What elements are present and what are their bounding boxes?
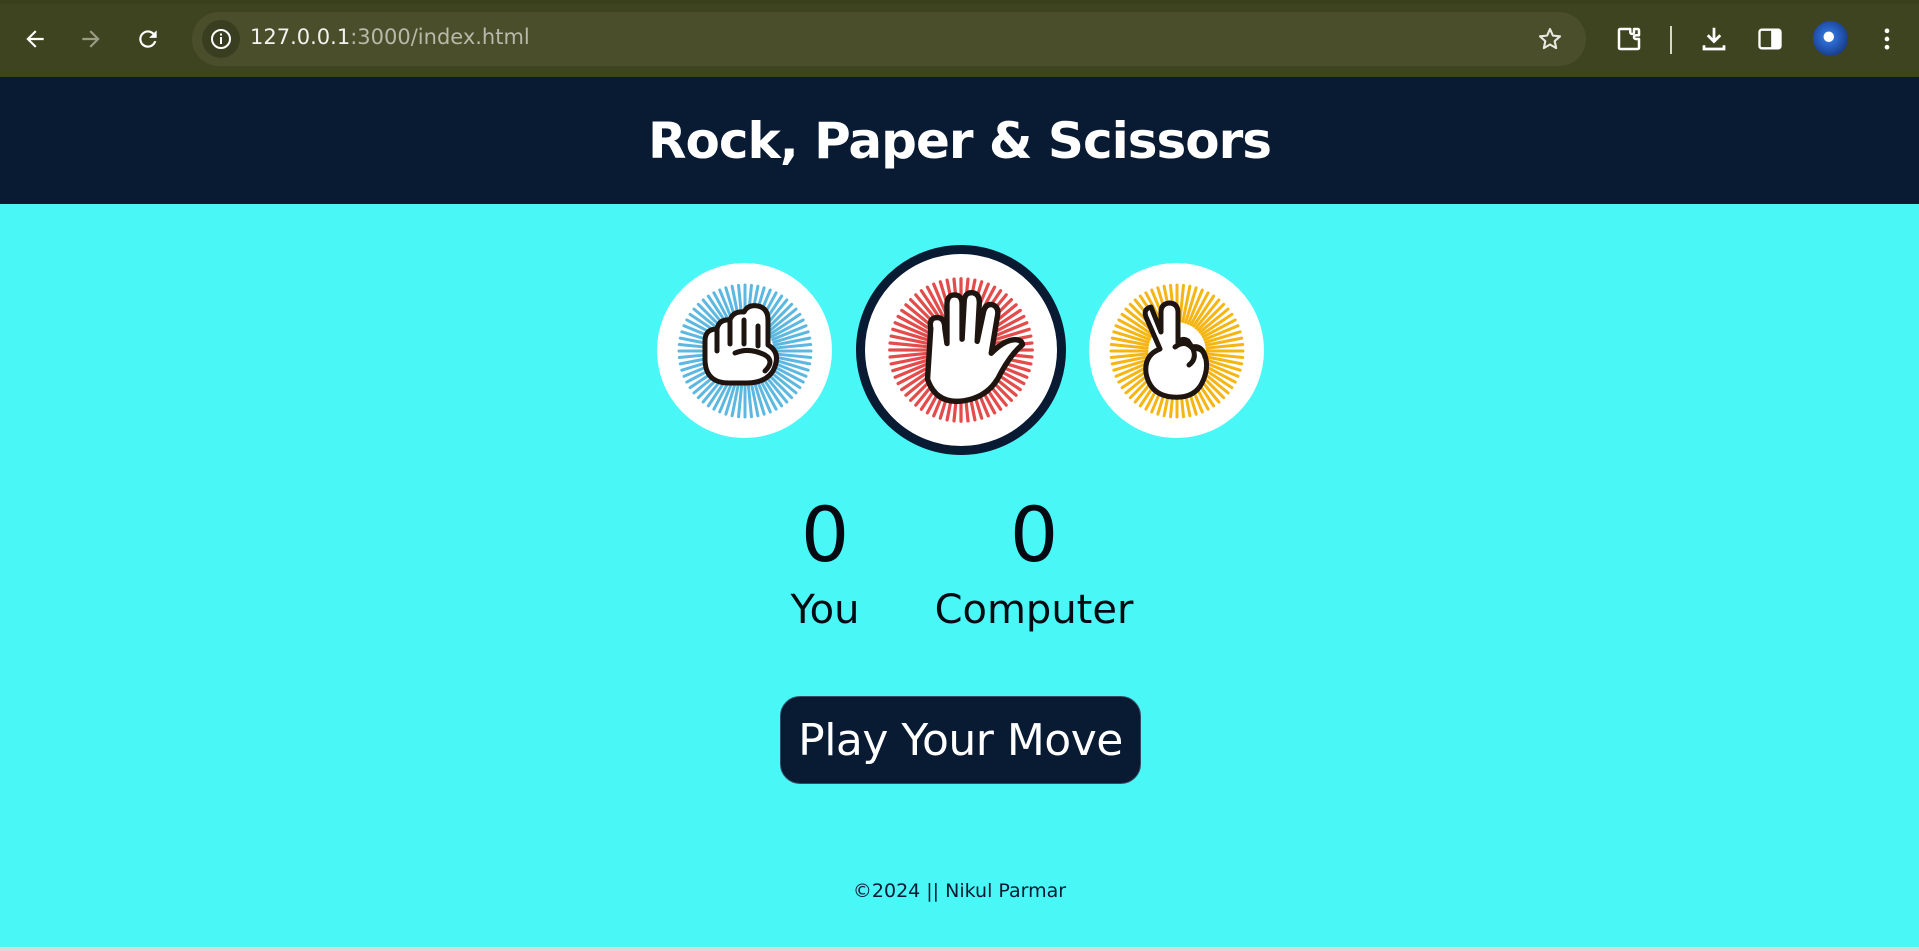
computer-score: 0 Computer [924, 490, 1144, 640]
url-path: :3000/index.html [350, 25, 530, 49]
download-button[interactable] [1695, 20, 1733, 58]
score-board: 0 You 0 Computer [0, 490, 1919, 660]
peace-hand-icon [1109, 283, 1244, 418]
side-panel-button[interactable] [1751, 20, 1789, 58]
forward-button[interactable] [68, 16, 114, 62]
address-bar[interactable]: 127.0.0.1:3000/index.html [192, 12, 1586, 66]
page-header: Rock, Paper & Scissors [0, 77, 1919, 204]
tab-strip [0, 0, 1919, 4]
profile-avatar[interactable] [1813, 21, 1848, 56]
rock-choice[interactable] [657, 263, 832, 438]
fist-icon [677, 283, 812, 418]
scissors-choice[interactable] [1089, 263, 1264, 438]
user-score-label: You [790, 587, 860, 633]
reload-icon [139, 30, 157, 48]
url-host: 127.0.0.1 [250, 25, 351, 49]
paper-choice[interactable] [856, 245, 1066, 455]
side-panel-icon [1758, 28, 1782, 50]
reload-button[interactable] [125, 16, 171, 62]
more-menu-icon [1884, 28, 1890, 50]
site-info-icon [211, 29, 231, 49]
extensions-icon [1617, 27, 1641, 51]
open-hand-icon [888, 277, 1034, 423]
footer-credit: ©2024 || Nikul Parmar [852, 880, 1067, 902]
back-button[interactable] [12, 16, 58, 62]
choices-row [0, 245, 1919, 457]
forward-arrow-icon [82, 30, 100, 48]
download-icon [1702, 27, 1726, 51]
back-arrow-icon [26, 30, 44, 48]
computer-score-label: Computer [934, 587, 1134, 633]
computer-score-value: 0 [1009, 490, 1059, 579]
message-box: Play Your Move [780, 696, 1141, 784]
page-title: Rock, Paper & Scissors [647, 111, 1272, 170]
window-bottom-edge [0, 947, 1919, 951]
extensions-button[interactable] [1610, 20, 1648, 58]
user-score-value: 0 [800, 490, 850, 579]
url-text[interactable]: 127.0.0.1:3000/index.html [250, 25, 530, 49]
bookmark-star-icon[interactable] [1536, 25, 1564, 53]
browser-toolbar: 127.0.0.1:3000/index.html [0, 0, 1919, 78]
more-menu-button[interactable] [1868, 20, 1906, 58]
user-score: 0 You [760, 490, 890, 640]
toolbar-separator [1670, 26, 1672, 54]
site-info-button[interactable] [202, 20, 240, 58]
